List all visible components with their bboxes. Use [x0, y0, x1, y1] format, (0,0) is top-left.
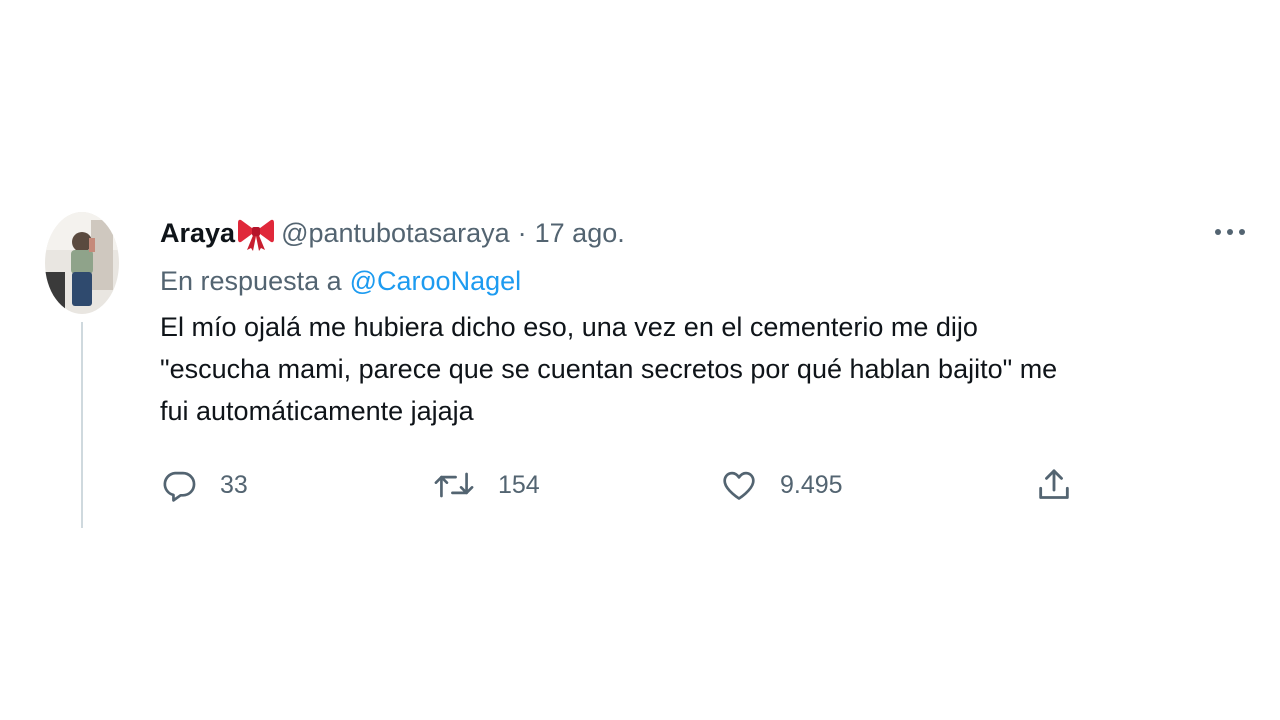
reply-count: 33	[220, 470, 248, 499]
like-button[interactable]: 9.495	[720, 460, 843, 510]
share-button[interactable]	[1034, 460, 1074, 510]
reply-bubble-icon	[163, 471, 196, 502]
share-icon	[1039, 469, 1069, 499]
tweet-text-line: fui automáticamente jajaja	[160, 396, 474, 426]
separator-dot: ·	[517, 218, 527, 248]
tweet-text-line: El mío ojalá me hubiera dicho eso, una v…	[160, 312, 978, 342]
retweet-button[interactable]: 154	[432, 460, 540, 510]
tweet-header: Araya @pantubotasaraya · 17 ago.	[160, 213, 625, 253]
reply-context: En respuesta a @CarooNagel	[160, 261, 521, 301]
user-handle[interactable]: @pantubotasaraya	[281, 213, 510, 253]
avatar-photo	[45, 212, 119, 314]
reply-mention-link[interactable]: @CarooNagel	[350, 266, 522, 296]
retweet-count: 154	[498, 470, 540, 499]
action-bar: 33 154 9.495	[0, 460, 1280, 510]
like-count: 9.495	[780, 470, 843, 499]
more-options-button[interactable]	[1208, 216, 1252, 248]
tweet: Araya @pantubotasaraya · 17 ago. En resp…	[0, 0, 1280, 720]
reply-prefix: En respuesta a	[160, 266, 342, 296]
ribbon-bow-icon	[237, 214, 275, 252]
tweet-date[interactable]: 17 ago.	[535, 213, 625, 253]
avatar[interactable]	[45, 212, 119, 314]
tweet-text: El mío ojalá me hubiera dicho eso, una v…	[160, 306, 1255, 432]
retweet-icon	[434, 472, 474, 498]
display-name[interactable]: Araya	[160, 213, 235, 253]
reply-button[interactable]: 33	[160, 460, 248, 510]
tweet-text-line: "escucha mami, parece que se cuentan sec…	[160, 354, 1058, 384]
heart-icon	[723, 471, 755, 500]
more-dots-icon	[1215, 229, 1245, 235]
